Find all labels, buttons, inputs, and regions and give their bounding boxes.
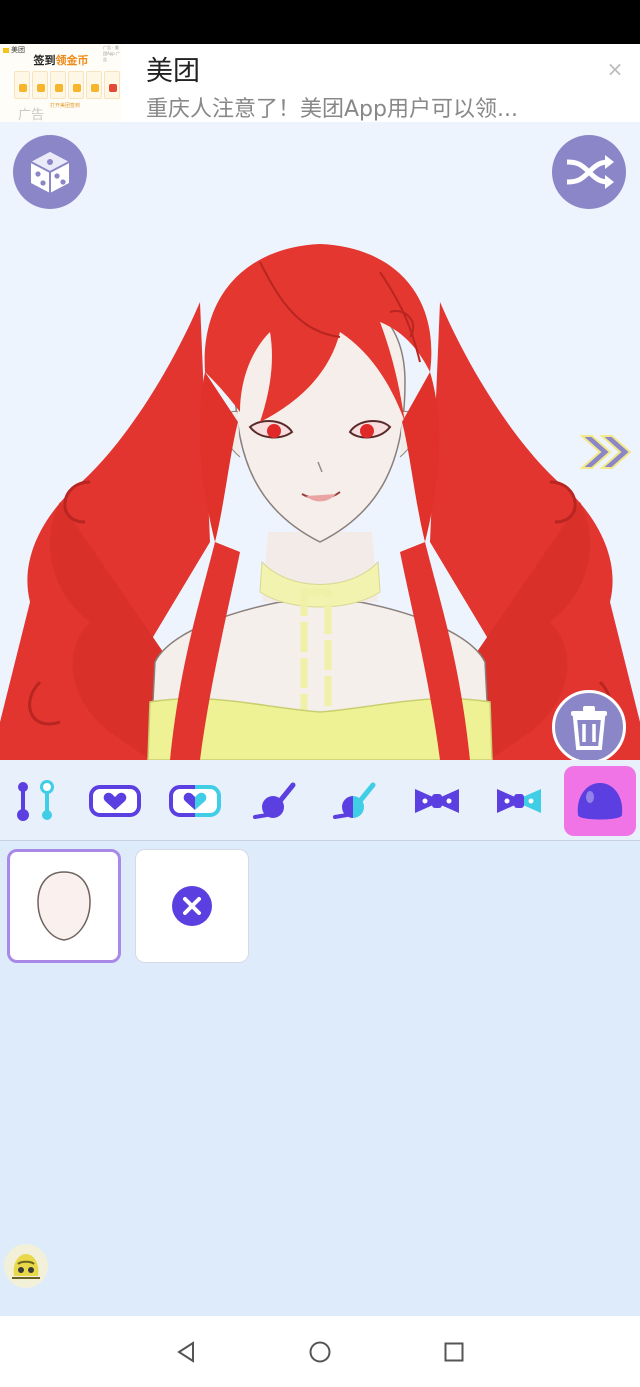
status-bar bbox=[0, 0, 640, 44]
tool-paint-brush-half[interactable] bbox=[320, 766, 390, 836]
tool-bow[interactable] bbox=[402, 766, 472, 836]
face-shape-icon bbox=[37, 871, 91, 941]
trash-icon bbox=[571, 706, 607, 750]
blob-icon bbox=[577, 783, 623, 820]
ad-banner[interactable]: 美团 广告 · 美团App 广告 签到领金币 打开美团签到 广告 美团 重庆人注… bbox=[0, 44, 640, 122]
item-face-shape[interactable] bbox=[7, 849, 121, 963]
ad-thumb-subtext: 打开美团签到 bbox=[50, 103, 81, 109]
tool-bow-half[interactable] bbox=[484, 766, 554, 836]
paint-brush-icon bbox=[253, 782, 296, 819]
character-canvas bbox=[0, 122, 640, 760]
shuffle-icon bbox=[566, 155, 614, 189]
item-none[interactable] bbox=[135, 849, 249, 963]
back-triangle-icon bbox=[177, 1341, 194, 1363]
bow-half-icon bbox=[497, 789, 541, 813]
random-dice-button[interactable] bbox=[13, 135, 87, 209]
ad-thumb-checkin-days bbox=[14, 71, 120, 99]
tool-heart-card[interactable] bbox=[80, 766, 150, 836]
ad-close-button[interactable]: × bbox=[604, 58, 626, 80]
mascot-icon bbox=[12, 1254, 40, 1279]
character-illustration bbox=[0, 244, 640, 760]
mascot-button[interactable] bbox=[4, 1244, 48, 1288]
ad-thumb-headline: 签到领金币 bbox=[33, 54, 89, 67]
heart-card-icon bbox=[89, 785, 141, 817]
ad-thumbnail[interactable]: 美团 广告 · 美团App 广告 签到领金币 打开美团签到 广告 bbox=[0, 44, 122, 122]
shuffle-button[interactable] bbox=[552, 135, 626, 209]
sliders-icon bbox=[17, 780, 54, 821]
tool-heart-card-half[interactable] bbox=[160, 766, 230, 836]
dice-icon bbox=[30, 152, 70, 193]
next-page-button[interactable] bbox=[578, 432, 634, 476]
bow-icon bbox=[415, 789, 459, 813]
nav-back-button[interactable] bbox=[172, 1338, 200, 1366]
heart-card-half-icon bbox=[169, 785, 221, 817]
double-chevron-right-icon bbox=[579, 435, 632, 469]
nav-recents-button[interactable] bbox=[440, 1338, 468, 1366]
recents-square-icon bbox=[444, 1342, 464, 1362]
home-circle-icon bbox=[309, 1341, 331, 1363]
nav-home-button[interactable] bbox=[306, 1338, 334, 1366]
delete-button[interactable] bbox=[552, 690, 626, 760]
tool-blob[interactable] bbox=[564, 766, 636, 836]
items-panel bbox=[0, 841, 640, 1316]
close-circle-icon bbox=[172, 886, 212, 926]
ad-title[interactable]: 美团 bbox=[146, 49, 200, 88]
tool-paint-brush[interactable] bbox=[240, 766, 310, 836]
ad-label: 广告 bbox=[18, 108, 45, 122]
category-toolbar bbox=[0, 760, 640, 841]
ad-description[interactable]: 重庆人注意了！美团App用户可以领... bbox=[146, 91, 518, 123]
tool-sliders[interactable] bbox=[0, 766, 70, 836]
paint-brush-half-icon bbox=[333, 782, 376, 819]
system-navigation-bar bbox=[0, 1316, 640, 1387]
